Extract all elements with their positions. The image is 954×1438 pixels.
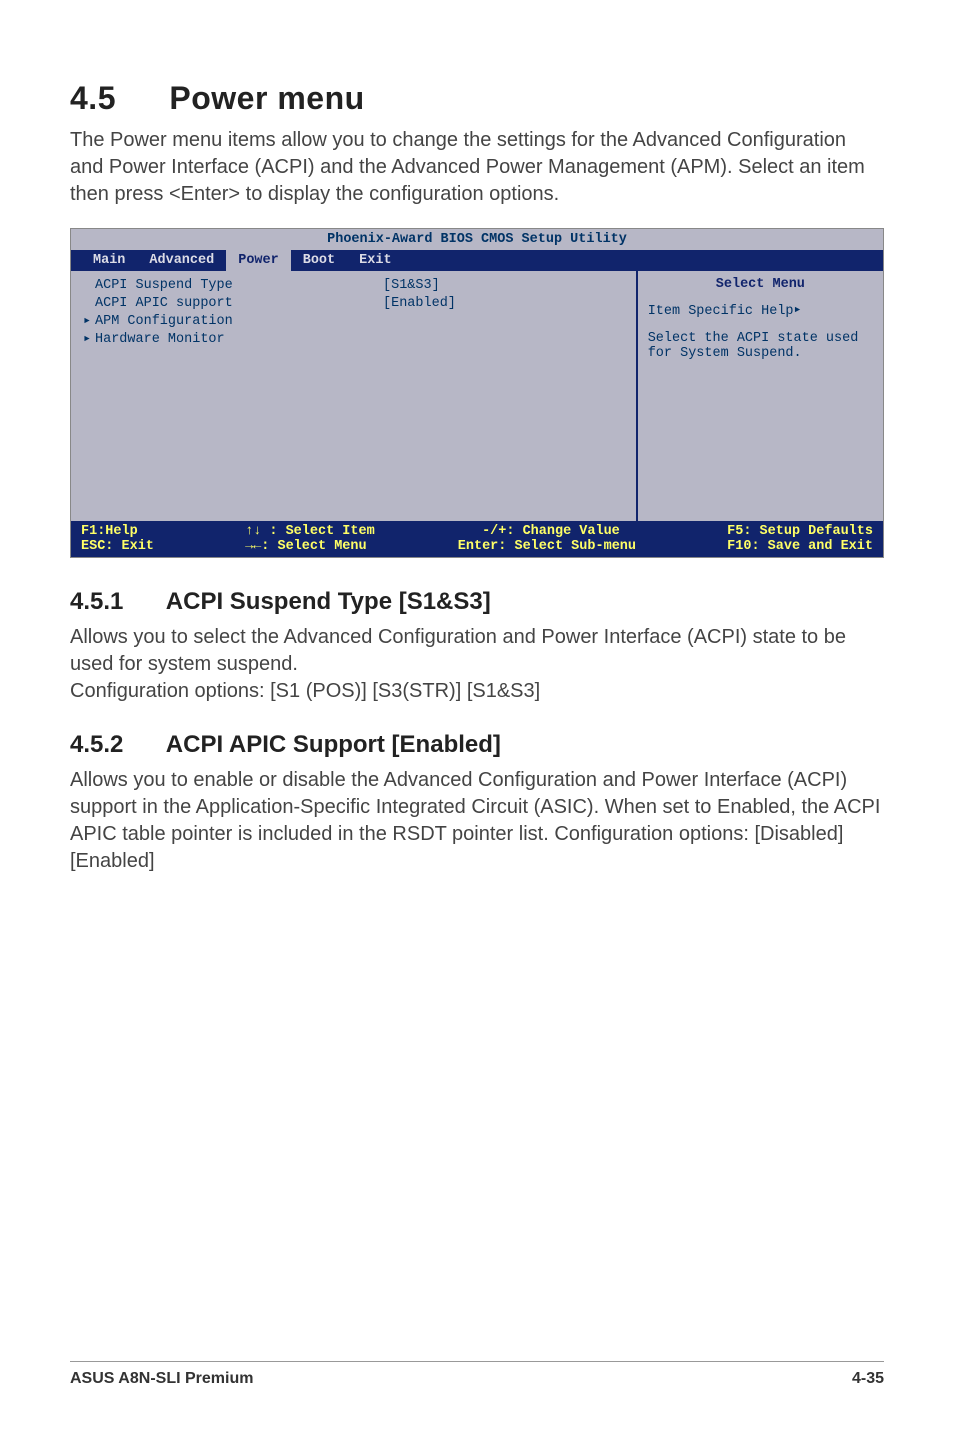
bios-item[interactable]: ACPI APIC support: [83, 295, 323, 313]
bios-title-bar: Phoenix-Award BIOS CMOS Setup Utility: [71, 229, 883, 250]
subsection-number: 4.5.1: [70, 588, 160, 616]
bios-item-value[interactable]: [S1&S3]: [383, 277, 624, 295]
bios-help-pane: Select Menu Item Specific Help▸ Select t…: [636, 271, 883, 521]
subsection-body: Allows you to enable or disable the Adva…: [70, 767, 884, 875]
section-heading: 4.5 Power menu: [70, 80, 884, 117]
footer-right: 4-35: [852, 1370, 884, 1388]
bios-tab-main[interactable]: Main: [81, 250, 137, 271]
submenu-triangle-icon: ▸: [83, 331, 95, 349]
bios-item[interactable]: ▸APM Configuration: [83, 313, 323, 331]
bios-item[interactable]: ACPI Suspend Type: [83, 277, 323, 295]
subsection-title: ACPI Suspend Type [S1&S3]: [166, 588, 491, 615]
bios-key-enter: Enter: Select Sub-menu: [458, 539, 636, 554]
bios-tab-boot[interactable]: Boot: [291, 250, 347, 271]
subsection-heading: 4.5.2 ACPI APIC Support [Enabled]: [70, 731, 884, 759]
bios-item-value: [383, 331, 624, 349]
bios-key-change: -/+: Change Value: [482, 524, 620, 539]
bios-help-title: Select Menu: [648, 277, 873, 292]
bios-help-specific: Item Specific Help▸: [648, 302, 873, 319]
bios-help-body: Select the ACPI state used for System Su…: [648, 331, 873, 361]
subsection-config-options: Configuration options: [S1 (POS)] [S3(ST…: [70, 678, 884, 705]
subsection-body: Allows you to select the Advanced Config…: [70, 624, 884, 678]
bios-body: ACPI Suspend Type ACPI APIC support ▸APM…: [71, 271, 883, 521]
bios-key-f1: F1:Help: [81, 524, 138, 539]
page: 4.5 Power menu The Power menu items allo…: [0, 0, 954, 1438]
bios-item-value[interactable]: [Enabled]: [383, 295, 624, 313]
bios-settings-pane: ACPI Suspend Type ACPI APIC support ▸APM…: [71, 271, 636, 521]
help-triangle-icon: ▸: [794, 301, 802, 318]
bios-key-f10: F10: Save and Exit: [727, 539, 873, 554]
subsection-number: 4.5.2: [70, 731, 160, 759]
bios-tab-exit[interactable]: Exit: [347, 250, 403, 271]
bios-key-esc: ESC: Exit: [81, 539, 154, 554]
bios-tab-bar: Main Advanced Power Boot Exit: [71, 250, 883, 271]
heading-title: Power menu: [169, 80, 364, 116]
bios-tab-advanced[interactable]: Advanced: [137, 250, 226, 271]
bios-key-f5: F5: Setup Defaults: [727, 524, 873, 539]
bios-key-select-item: ↑↓ : Select Item: [245, 524, 375, 539]
heading-number: 4.5: [70, 80, 160, 117]
subsection-title: ACPI APIC Support [Enabled]: [166, 731, 501, 758]
bios-tab-power[interactable]: Power: [226, 250, 291, 271]
submenu-triangle-icon: ▸: [83, 313, 95, 331]
subsection-heading: 4.5.1 ACPI Suspend Type [S1&S3]: [70, 588, 884, 616]
bios-key-select-menu: →←: Select Menu: [245, 539, 367, 554]
footer-left: ASUS A8N-SLI Premium: [70, 1370, 253, 1388]
bios-screenshot: Phoenix-Award BIOS CMOS Setup Utility Ma…: [70, 228, 884, 558]
bios-footer: F1:Help ↑↓ : Select Item -/+: Change Val…: [71, 521, 883, 557]
bios-item[interactable]: ▸Hardware Monitor: [83, 331, 323, 349]
bios-item-value: [383, 313, 624, 331]
intro-paragraph: The Power menu items allow you to change…: [70, 127, 884, 208]
page-footer: ASUS A8N-SLI Premium 4-35: [70, 1361, 884, 1388]
